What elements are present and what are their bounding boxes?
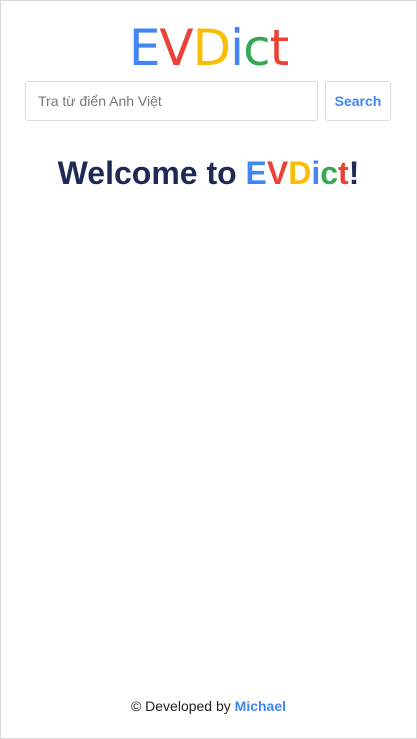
search-bar: Search (25, 81, 391, 121)
welcome-brand-e: E (245, 155, 267, 191)
welcome-brand-v: V (266, 155, 289, 191)
logo-letter-v: V (159, 19, 193, 77)
app-container: EVDict Search Welcome to EVDict! © Devel… (0, 0, 417, 739)
welcome-heading: Welcome to EVDict! (1, 151, 416, 195)
welcome-brand-t: t (338, 155, 349, 191)
welcome-brand-i: i (311, 155, 321, 191)
welcome-brand-c: c (320, 155, 339, 191)
logo-letter-c: c (243, 19, 270, 77)
footer-credit-text: © Developed by (130, 698, 235, 714)
welcome-brand-d: D (288, 155, 312, 191)
logo-letter-i: i (230, 19, 244, 77)
logo-letter-t: t (269, 19, 290, 77)
search-input[interactable] (25, 81, 318, 121)
logo-letter-d: D (192, 19, 232, 77)
welcome-suffix: ! (348, 155, 360, 191)
author-link[interactable]: Michael (235, 698, 286, 714)
footer: © Developed by Michael (1, 696, 416, 716)
app-logo[interactable]: EVDict (1, 19, 416, 77)
search-button[interactable]: Search (325, 81, 391, 121)
logo-letter-e: E (128, 19, 161, 77)
welcome-prefix: Welcome to (57, 155, 246, 191)
